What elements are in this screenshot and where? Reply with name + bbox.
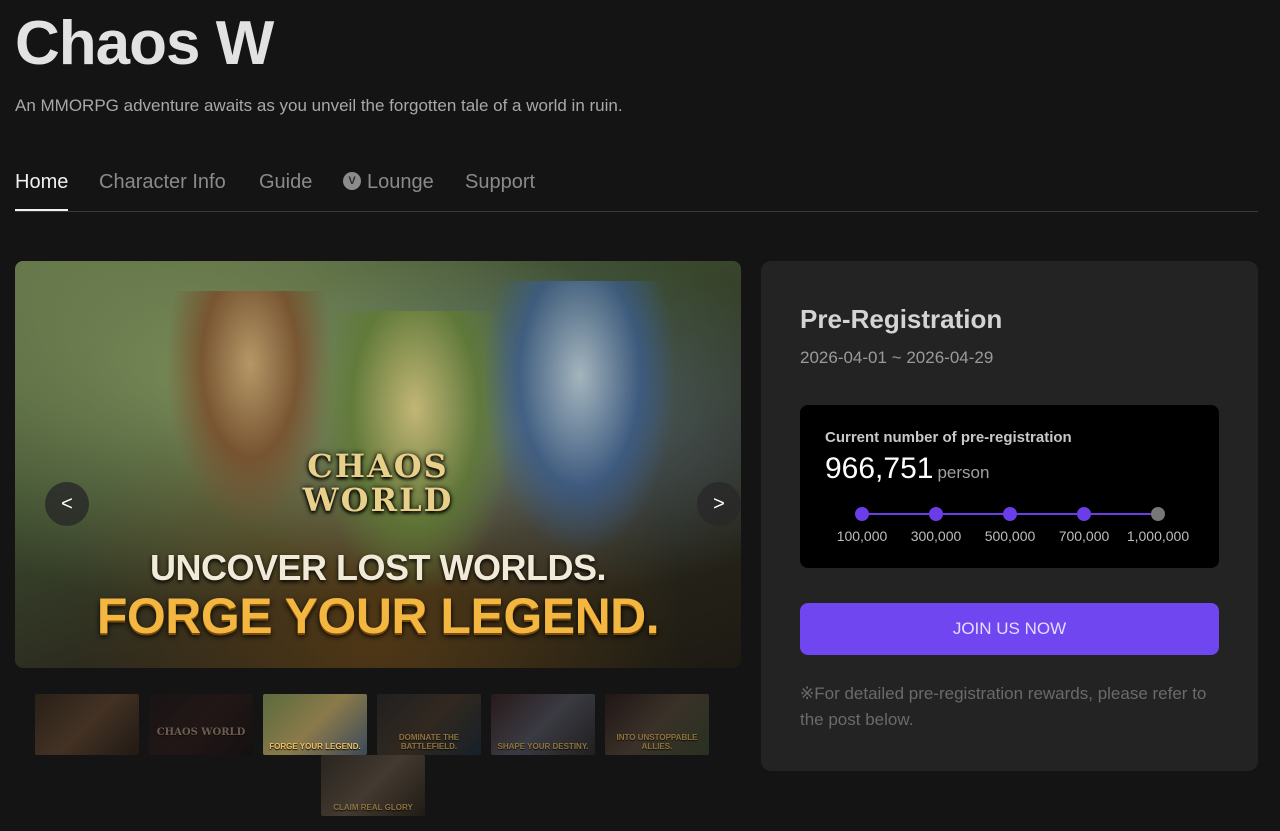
banner-prev-button[interactable]: < [45, 482, 89, 526]
milestone-label: 500,000 [984, 528, 1036, 544]
tab-support[interactable]: Support [465, 169, 535, 211]
tab-guide[interactable]: Guide [259, 169, 312, 211]
banner-thumbnail-4[interactable]: DOMINATE THE BATTLEFIELD. [377, 694, 481, 755]
thumbnail-caption: CLAIM REAL GLORY [333, 803, 413, 812]
banner-game-logo: CHAOS WORLD [15, 449, 741, 517]
banner-logo-line2: WORLD [302, 481, 454, 519]
preregistration-panel: Pre-Registration 2026-04-01 ~ 2026-04-29… [761, 261, 1258, 771]
milestone-track: 100,000 300,000 500,000 700,000 1,000,00… [800, 505, 1219, 555]
banner-tagline-1: UNCOVER LOST WORLDS. [150, 547, 607, 588]
banner-tagline-2: FORGE YOUR LEGEND. [96, 588, 660, 644]
tab-lounge-label: Lounge [367, 171, 434, 193]
milestone-label: 700,000 [1058, 528, 1110, 544]
tab-lounge[interactable]: Lounge [343, 169, 434, 211]
preregistration-dates: 2026-04-01 ~ 2026-04-29 [800, 348, 994, 367]
thumbnail-caption: CHAOS WORLD [156, 727, 246, 738]
banner-thumbnail-1[interactable] [35, 694, 139, 755]
milestone-dot [1003, 507, 1017, 521]
tab-home[interactable]: Home [15, 169, 69, 211]
lounge-icon [343, 172, 361, 190]
counter-number: 966,751 [825, 452, 934, 485]
banner-thumbnail-7[interactable]: CLAIM REAL GLORY [321, 755, 425, 816]
banner-thumbnail-3[interactable]: FORGE YOUR LEGEND. [263, 694, 367, 755]
hero-banner[interactable]: CHAOS WORLD UNCOVER LOST WORLDS. FORGE Y… [15, 261, 741, 668]
rewards-note: ※For detailed pre-registration rewards, … [800, 684, 1207, 729]
milestone-dot [1077, 507, 1091, 521]
banner-logo-line1: CHAOS [307, 447, 449, 485]
milestone-label: 300,000 [910, 528, 962, 544]
page-title: Chaos W [15, 9, 274, 78]
counter-unit: person [937, 463, 990, 482]
preregistration-counter: Current number of pre-registration 966,7… [800, 405, 1219, 568]
preregistration-title: Pre-Registration [800, 304, 1003, 334]
banner-thumbnail-6[interactable]: INTO UNSTOPPABLE ALLIES. [605, 694, 709, 755]
join-us-button[interactable]: JOIN US NOW [800, 603, 1219, 655]
thumbnail-caption: FORGE YOUR LEGEND. [269, 742, 361, 751]
thumbnail-caption: SHAPE YOUR DESTINY. [497, 742, 589, 751]
milestone-label: 100,000 [836, 528, 888, 544]
thumbnail-caption: DOMINATE THE BATTLEFIELD. [398, 733, 460, 751]
milestone-dot [1151, 507, 1165, 521]
page-subtitle: An MMORPG adventure awaits as you unveil… [15, 96, 623, 115]
tab-character-info[interactable]: Character Info [99, 169, 226, 211]
banner-next-button[interactable]: > [697, 482, 741, 526]
banner-thumbnail-5[interactable]: SHAPE YOUR DESTINY. [491, 694, 595, 755]
counter-label: Current number of pre-registration [825, 429, 1072, 446]
counter-value: 966,751 person [825, 451, 989, 491]
milestone-label: 1,000,000 [1126, 528, 1190, 544]
thumbnail-caption: INTO UNSTOPPABLE ALLIES. [616, 733, 698, 751]
banner-thumbnail-2[interactable]: CHAOS WORLD [149, 694, 253, 755]
milestone-dot [855, 507, 869, 521]
main-nav: Home Character Info Guide Lounge Support [15, 165, 1258, 212]
milestone-dot [929, 507, 943, 521]
